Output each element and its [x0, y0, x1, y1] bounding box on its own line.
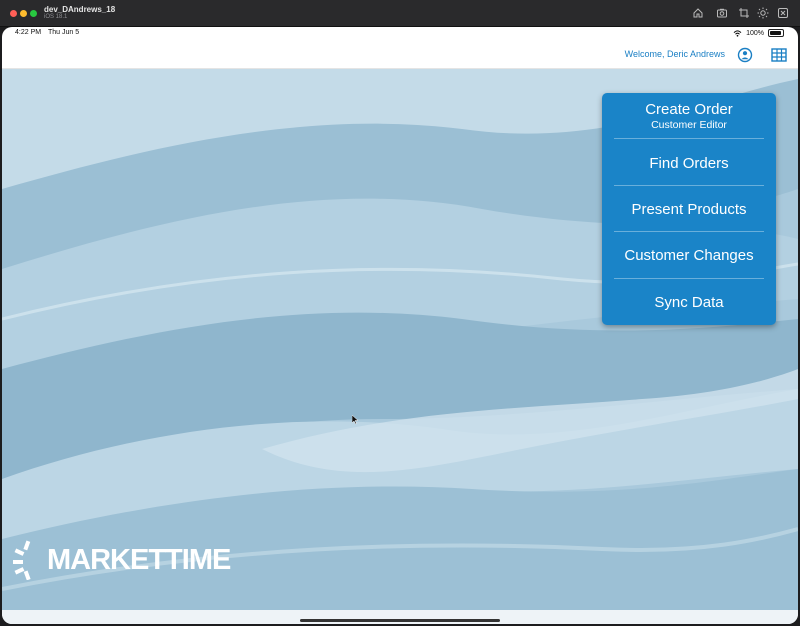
- window-subtitle: iOS 18.1: [44, 14, 68, 20]
- customer-changes-label: Customer Changes: [624, 247, 754, 264]
- simulator-titlebar: dev_DAndrews_18 iOS 18.1: [0, 0, 800, 27]
- menu-divider: [614, 278, 764, 279]
- mouse-cursor: [352, 415, 358, 424]
- minimize-window-button[interactable]: [20, 10, 27, 17]
- markettime-logo: MARKETTIME: [12, 540, 231, 580]
- rotate-icon[interactable]: [738, 7, 750, 19]
- screenshot-icon[interactable]: [716, 7, 728, 19]
- create-order-label: Create Order: [645, 101, 733, 118]
- find-orders-button[interactable]: Find Orders: [614, 155, 764, 173]
- logo-text: MARKETTIME: [47, 543, 231, 576]
- grid-menu-icon[interactable]: [770, 46, 788, 64]
- zoom-window-button[interactable]: [30, 10, 37, 17]
- welcome-text[interactable]: Welcome, Deric Andrews: [625, 49, 725, 59]
- logo-mark-icon: [12, 540, 42, 580]
- close-square-icon[interactable]: [777, 7, 789, 19]
- brightness-icon[interactable]: [757, 7, 769, 19]
- sync-data-label: Sync Data: [654, 294, 724, 311]
- status-date: Thu Jun 5: [48, 29, 80, 36]
- present-products-button[interactable]: Present Products: [614, 201, 764, 219]
- wifi-icon: [733, 29, 742, 37]
- customer-changes-button[interactable]: Customer Changes: [614, 247, 764, 265]
- battery-icon: [768, 29, 784, 37]
- top-nav-bar: Welcome, Deric Andrews: [2, 41, 798, 69]
- home-indicator[interactable]: [300, 619, 500, 622]
- present-products-label: Present Products: [631, 201, 747, 218]
- menu-divider: [614, 138, 764, 139]
- status-time: 4:22 PM: [15, 29, 42, 36]
- ipad-screen: 4:22 PM Thu Jun 5 100% Welcome, Deric An…: [2, 27, 798, 624]
- status-right: 100%: [733, 29, 784, 37]
- create-order-sublabel: Customer Editor: [651, 119, 727, 131]
- window-title: dev_DAndrews_18: [44, 5, 116, 14]
- battery-percent: 100%: [746, 29, 764, 37]
- main-menu: Create Order Customer Editor Find Orders…: [602, 93, 776, 325]
- user-circle-icon[interactable]: [736, 46, 754, 64]
- menu-divider: [614, 185, 764, 186]
- home-icon[interactable]: [692, 7, 704, 19]
- sync-data-button[interactable]: Sync Data: [614, 294, 764, 312]
- find-orders-label: Find Orders: [649, 155, 729, 172]
- create-order-button[interactable]: Create Order Customer Editor: [614, 101, 764, 131]
- status-bar: 4:22 PM Thu Jun 5 100%: [2, 27, 798, 41]
- close-window-button[interactable]: [10, 10, 17, 17]
- menu-divider: [614, 231, 764, 232]
